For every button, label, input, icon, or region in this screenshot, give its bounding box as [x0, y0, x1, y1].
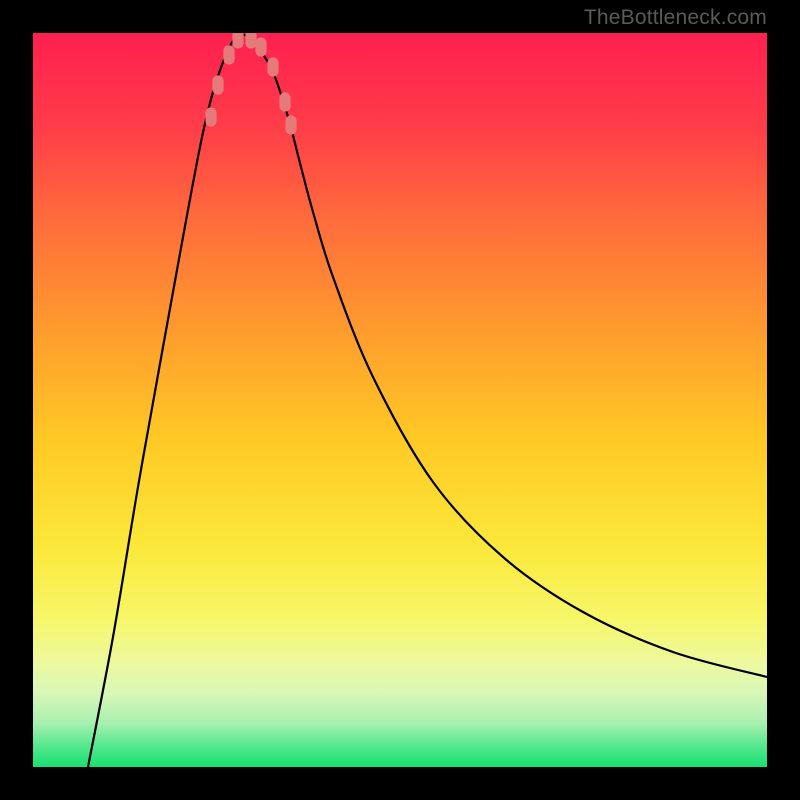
chart-marker: [212, 75, 223, 94]
chart-marker: [223, 45, 234, 64]
chart-marker: [285, 115, 296, 134]
chart-marker: [279, 92, 290, 111]
chart-marker: [255, 37, 266, 56]
chart-marker: [245, 33, 256, 49]
chart-curve-layer: [33, 33, 767, 767]
watermark-text: TheBottleneck.com: [584, 6, 767, 30]
chart-marker: [205, 107, 216, 126]
chart-marker: [232, 33, 243, 49]
chart-markers: [205, 33, 296, 135]
bottleneck-curve: [88, 35, 767, 767]
chart-marker: [267, 57, 278, 76]
chart-plot-area: [33, 33, 767, 767]
